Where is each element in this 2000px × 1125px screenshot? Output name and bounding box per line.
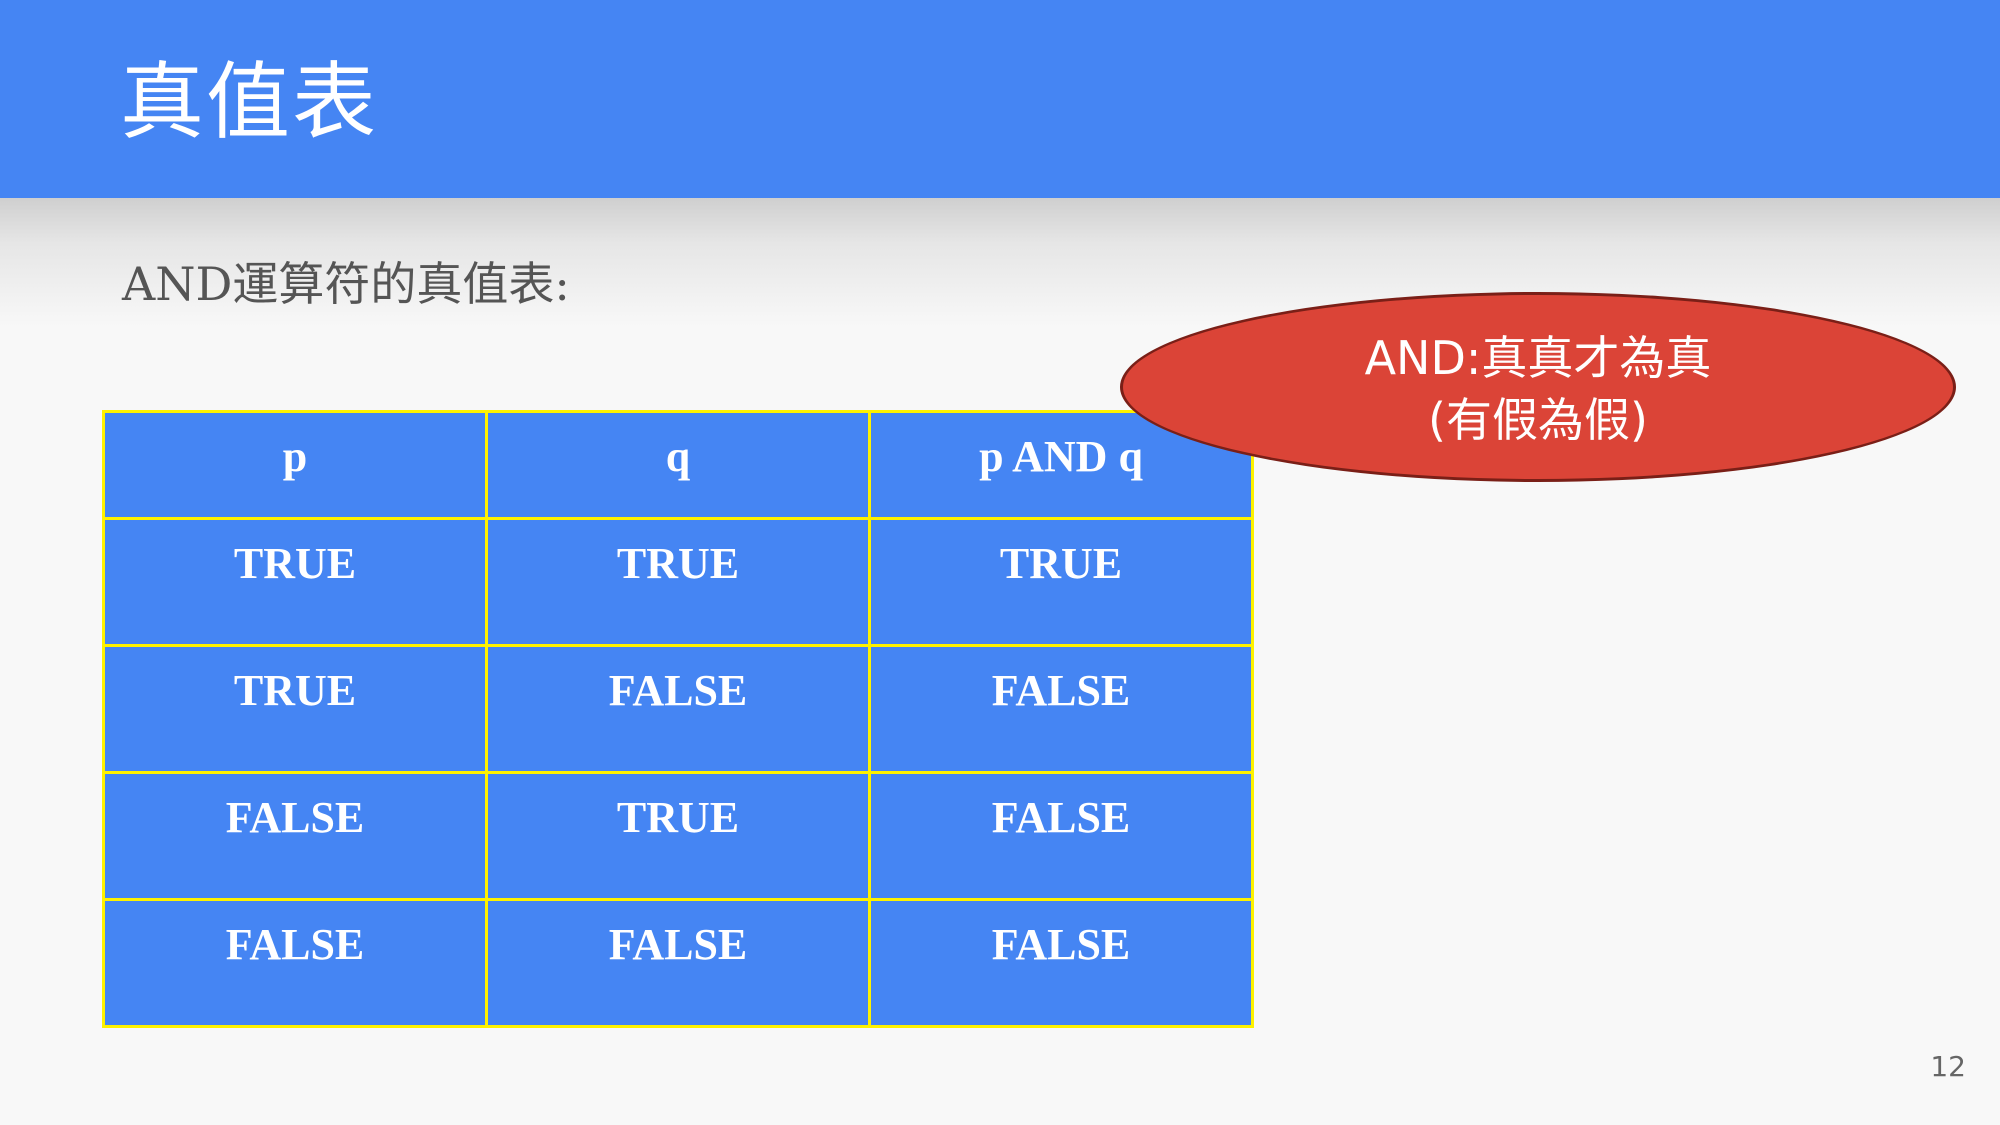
truth-table: p q p AND q TRUE TRUE TRUE TRUE FALSE FA… — [102, 410, 1254, 1028]
header-cell-p: p — [102, 410, 488, 520]
table-cell: FALSE — [868, 898, 1254, 1028]
table-cell: TRUE — [102, 644, 488, 774]
page-number: 12 — [1930, 1050, 1966, 1083]
table-cell: FALSE — [485, 898, 871, 1028]
table-cell: FALSE — [868, 644, 1254, 774]
table-row: TRUE TRUE TRUE — [102, 517, 1254, 647]
table-cell: FALSE — [102, 771, 488, 901]
callout-text-line1: AND:真真才為真 — [1364, 331, 1712, 385]
table-row: TRUE FALSE FALSE — [102, 644, 1254, 774]
table-cell: TRUE — [485, 517, 871, 647]
table-header-row: p q p AND q — [102, 410, 1254, 520]
table-cell: FALSE — [485, 644, 871, 774]
table-cell: TRUE — [485, 771, 871, 901]
slide: 真值表 AND運算符的真值表: p q p AND q TRUE TRUE TR… — [0, 0, 2000, 1125]
slide-title: 真值表 — [120, 53, 379, 151]
slide-subtitle: AND運算符的真值表: — [122, 257, 570, 311]
callout-text-line2: (有假為假) — [1428, 393, 1648, 447]
table-row: FALSE FALSE FALSE — [102, 898, 1254, 1028]
table-cell: TRUE — [102, 517, 488, 647]
table-cell: FALSE — [102, 898, 488, 1028]
table-row: FALSE TRUE FALSE — [102, 771, 1254, 901]
table-cell: FALSE — [868, 771, 1254, 901]
table-cell: TRUE — [868, 517, 1254, 647]
header-cell-q: q — [485, 410, 871, 520]
